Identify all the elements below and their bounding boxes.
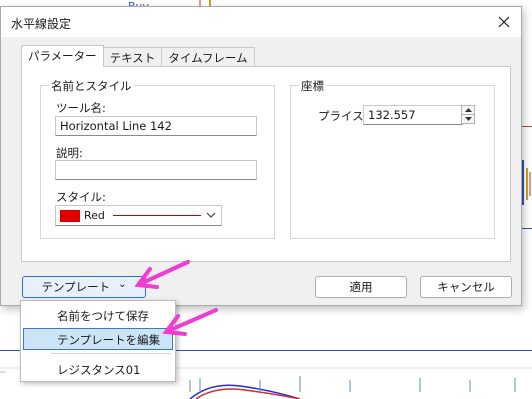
tab-parameters[interactable]: パラメーター bbox=[21, 45, 104, 67]
